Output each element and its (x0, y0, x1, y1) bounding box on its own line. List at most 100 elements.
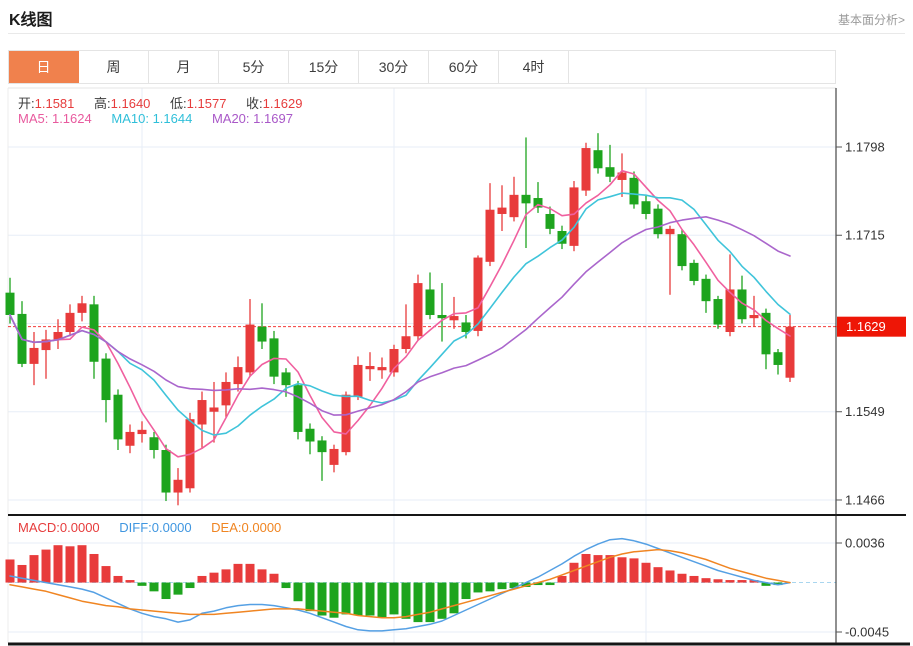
candle[interactable] (198, 400, 207, 424)
candle[interactable] (462, 322, 471, 332)
candle[interactable] (702, 279, 711, 301)
macd-bar (642, 563, 651, 583)
macd-bar (414, 583, 423, 623)
macd-bar (546, 583, 555, 586)
candle[interactable] (150, 437, 159, 450)
candle[interactable] (642, 201, 651, 214)
macd-bar (582, 554, 591, 583)
candle[interactable] (342, 395, 351, 452)
candle[interactable] (498, 208, 507, 214)
candle[interactable] (522, 195, 531, 204)
ma5-label: MA5: (18, 111, 48, 126)
macd-bar (222, 569, 231, 582)
candle[interactable] (774, 352, 783, 365)
high-label: 高: (94, 96, 111, 111)
macd-bar (18, 565, 27, 583)
candle[interactable] (714, 299, 723, 325)
macd-bar (342, 583, 351, 615)
macd-value: 0.0000 (60, 520, 100, 535)
candle[interactable] (378, 367, 387, 370)
candle[interactable] (210, 407, 219, 411)
candle[interactable] (30, 348, 39, 364)
macd-bar (6, 559, 15, 582)
candle[interactable] (114, 395, 123, 440)
candle[interactable] (606, 167, 615, 177)
candle[interactable] (6, 293, 15, 315)
macd-bar (366, 583, 375, 616)
macd-bar (186, 583, 195, 588)
candle[interactable] (666, 229, 675, 234)
macd-bar (462, 583, 471, 599)
macd-bar (126, 580, 135, 583)
candle[interactable] (426, 289, 435, 315)
candle[interactable] (258, 327, 267, 342)
candle[interactable] (66, 313, 75, 332)
candle[interactable] (246, 325, 255, 373)
macd-bar (30, 555, 39, 582)
candle[interactable] (678, 234, 687, 266)
candle[interactable] (402, 336, 411, 349)
price-tick-label: 1.1466 (845, 492, 885, 507)
ma10-value: 1.1644 (153, 111, 193, 126)
candle[interactable] (750, 315, 759, 318)
macd-bar (102, 566, 111, 582)
candle[interactable] (450, 316, 459, 320)
candle[interactable] (486, 210, 495, 262)
candle[interactable] (330, 449, 339, 465)
candle[interactable] (294, 385, 303, 432)
macd-bar (114, 576, 123, 583)
macd-bar (198, 576, 207, 583)
candle[interactable] (654, 209, 663, 235)
candle[interactable] (306, 429, 315, 442)
close-label: 收: (246, 96, 263, 111)
candle[interactable] (234, 367, 243, 384)
macd-bar (294, 583, 303, 602)
macd-bar (282, 583, 291, 588)
price-tick-label: 1.1715 (845, 228, 885, 243)
close-value: 1.1629 (263, 96, 303, 111)
macd-bar (474, 583, 483, 593)
macd-bar (594, 555, 603, 582)
candle[interactable] (78, 303, 87, 313)
macd-bar (726, 580, 735, 583)
ohlc-readout: 开:1.1581 高:1.1640 低:1.1577 收:1.1629 (18, 93, 318, 112)
macd-bar (258, 569, 267, 582)
candle[interactable] (270, 338, 279, 376)
ma5-value: 1.1624 (52, 111, 92, 126)
dea-label: DEA: (211, 520, 241, 535)
candle[interactable] (222, 382, 231, 405)
candle[interactable] (570, 187, 579, 245)
candle[interactable] (546, 214, 555, 229)
candle[interactable] (414, 283, 423, 336)
macd-bar (90, 554, 99, 583)
candle[interactable] (630, 178, 639, 205)
macd-bar (54, 545, 63, 582)
macd-label: MACD: (18, 520, 60, 535)
candle[interactable] (174, 480, 183, 493)
ma5-line (10, 171, 790, 457)
macd-bar (654, 567, 663, 582)
candle[interactable] (510, 195, 519, 217)
candle[interactable] (762, 313, 771, 354)
candle[interactable] (582, 148, 591, 191)
macd-bar (666, 570, 675, 582)
candle[interactable] (162, 450, 171, 493)
low-label: 低: (170, 96, 187, 111)
candle[interactable] (318, 440, 327, 452)
candle[interactable] (102, 359, 111, 400)
macd-bar (210, 573, 219, 583)
macd-bar (174, 583, 183, 595)
macd-bar (630, 558, 639, 582)
candle[interactable] (126, 432, 135, 446)
macd-bar (270, 574, 279, 583)
ma-readout: MA5: 1.1624 MA10: 1.1644 MA20: 1.1697 (18, 111, 309, 126)
candle[interactable] (138, 430, 147, 434)
macd-bar (702, 578, 711, 582)
candle[interactable] (354, 365, 363, 397)
candle[interactable] (366, 366, 375, 369)
diff-value: 0.0000 (152, 520, 192, 535)
macd-bar (618, 557, 627, 582)
candle[interactable] (594, 150, 603, 168)
candle[interactable] (282, 372, 291, 385)
candle[interactable] (690, 263, 699, 281)
